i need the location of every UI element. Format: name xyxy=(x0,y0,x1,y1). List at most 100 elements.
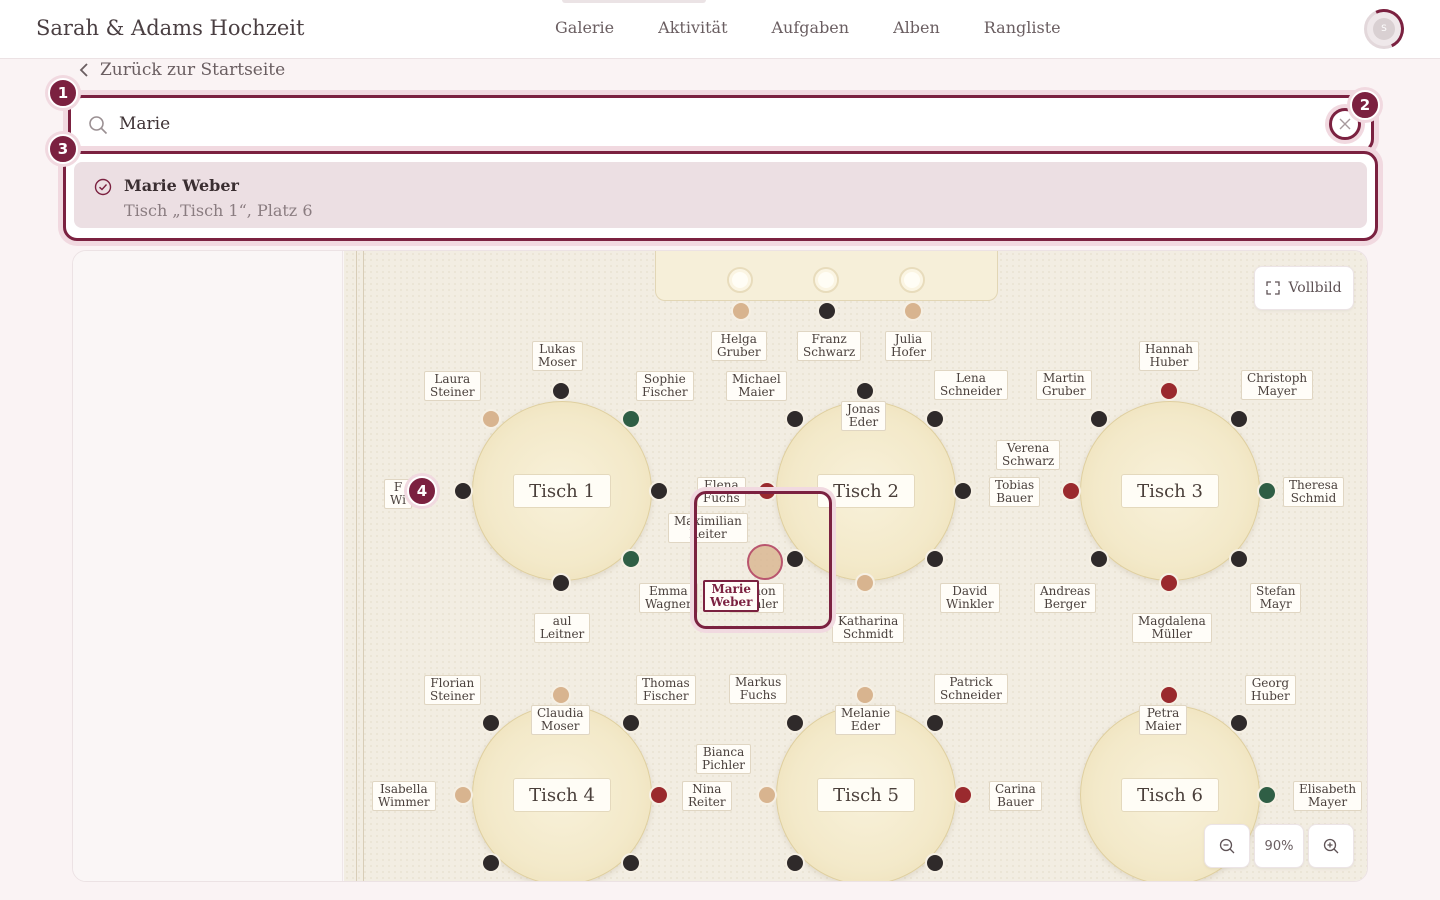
guest-seat[interactable] xyxy=(1061,481,1081,501)
nav-item-aufgaben[interactable]: Aufgaben xyxy=(772,18,850,37)
zoom-out-icon xyxy=(1219,838,1235,854)
guest-name-tag: Carina Bauer xyxy=(989,781,1042,811)
guest-name-tag: Christoph Mayer xyxy=(1241,370,1314,400)
guest-name-tag: Michael Maier xyxy=(726,371,787,401)
zoom-in-button[interactable] xyxy=(1308,824,1354,868)
guest-seat[interactable] xyxy=(1257,785,1277,805)
guest-seat[interactable] xyxy=(621,713,641,733)
guest-seat[interactable] xyxy=(855,381,875,401)
guest-seat[interactable] xyxy=(481,409,501,429)
guest-seat[interactable] xyxy=(621,853,641,873)
seating-sidebar xyxy=(73,251,343,881)
guest-name-tag: Georg Huber xyxy=(1245,675,1296,705)
search-icon xyxy=(89,116,108,135)
step-badge-4: 4 xyxy=(407,476,437,506)
guest-seat[interactable] xyxy=(925,853,945,873)
search-result-item[interactable]: Marie Weber Tisch „Tisch 1“, Platz 6 xyxy=(74,162,1367,228)
guest-name-tag: Thomas Fischer xyxy=(636,675,696,705)
guest-seat[interactable] xyxy=(551,381,571,401)
table-label: Tisch 3 xyxy=(1121,474,1219,508)
guest-seat[interactable] xyxy=(731,301,751,321)
guest-seat[interactable] xyxy=(453,481,473,501)
seating-panel: Helga Gruber Franz Schwarz Julia Hofer Tisc… xyxy=(72,250,1368,882)
guest-seat[interactable] xyxy=(757,785,777,805)
guest-seat[interactable] xyxy=(817,301,837,321)
plate xyxy=(813,267,839,293)
guest-seat[interactable] xyxy=(925,549,945,569)
guest-seat[interactable] xyxy=(481,853,501,873)
seating-floor-plan[interactable]: Helga Gruber Franz Schwarz Julia Hofer Tisc… xyxy=(344,251,1367,881)
guest-seat[interactable] xyxy=(855,573,875,593)
guest-seat[interactable] xyxy=(785,409,805,429)
guest-name-tag: Laura Steiner xyxy=(424,371,481,401)
guest-seat[interactable] xyxy=(953,481,973,501)
nav-item-galerie[interactable]: Galerie xyxy=(555,18,614,37)
nav-indicator xyxy=(562,0,706,3)
guest-seat[interactable] xyxy=(1229,549,1249,569)
guest-seat[interactable] xyxy=(1159,685,1179,705)
step-badge-3: 3 xyxy=(48,134,78,164)
guest-name-tag: Bianca Pichler xyxy=(696,744,752,774)
step-badge-1: 1 xyxy=(48,78,78,108)
guest-name-tag: Katharina Schmidt xyxy=(832,613,905,643)
guest-name-tag: Claudia Moser xyxy=(531,705,590,735)
search-results-dropdown: Marie Weber Tisch „Tisch 1“, Platz 6 xyxy=(63,151,1378,241)
zoom-level: 90% xyxy=(1254,824,1304,868)
guest-seat[interactable] xyxy=(1257,481,1277,501)
guest-seat[interactable] xyxy=(649,785,669,805)
guest-seat[interactable] xyxy=(551,685,571,705)
highlighted-seat[interactable]: Marie Weber xyxy=(694,491,832,629)
guest-seat[interactable] xyxy=(785,713,805,733)
guest-seat[interactable] xyxy=(621,549,641,569)
top-header: Sarah & Adams Hochzeit Galerie Aktivität… xyxy=(0,0,1440,59)
back-to-home-link[interactable]: Zurück zur Startseite xyxy=(78,60,285,80)
guest-search-input[interactable] xyxy=(119,110,1299,138)
guest-seat[interactable] xyxy=(903,301,923,321)
guest-seat[interactable] xyxy=(1159,573,1179,593)
guest-name-tag: Tobias Bauer xyxy=(989,477,1041,507)
zoom-out-button[interactable] xyxy=(1204,824,1250,868)
guest-seat[interactable] xyxy=(481,713,501,733)
guest-seat[interactable] xyxy=(925,409,945,429)
guest-search-box xyxy=(68,95,1374,153)
guest-name-tag: Helga Gruber xyxy=(711,331,767,361)
main-nav: Galerie Aktivität Aufgaben Alben Ranglis… xyxy=(555,18,1105,37)
guest-seat[interactable] xyxy=(1159,381,1179,401)
guest-name-tag: Theresa Schmid xyxy=(1283,477,1344,507)
zoom-in-icon xyxy=(1323,838,1339,854)
guest-seat[interactable] xyxy=(621,409,641,429)
nav-item-aktivitaet[interactable]: Aktivität xyxy=(658,18,727,37)
guest-name-tag: Emma Wagner xyxy=(639,583,698,613)
guest-seat[interactable] xyxy=(453,785,473,805)
guest-name-tag: Isabella Wimmer xyxy=(372,781,436,811)
guest-name-tag: Lukas Moser xyxy=(532,341,583,371)
guest-seat[interactable] xyxy=(1229,713,1249,733)
guest-seat[interactable] xyxy=(953,785,973,805)
guest-name-tag: Patrick Schneider xyxy=(934,674,1008,704)
fullscreen-button[interactable]: Vollbild xyxy=(1254,266,1354,310)
guest-name-tag: aul Leitner xyxy=(534,613,591,643)
guest-seat[interactable] xyxy=(1229,409,1249,429)
guest-name-tag: Sophie Fischer xyxy=(636,371,694,401)
plate xyxy=(727,267,753,293)
guest-seat[interactable] xyxy=(855,685,875,705)
nav-item-alben[interactable]: Alben xyxy=(893,18,940,37)
table-label: Tisch 1 xyxy=(513,474,611,508)
guest-name-tag: Lena Schneider xyxy=(934,370,1008,400)
guest-seat[interactable] xyxy=(1089,409,1109,429)
highlighted-guest-name-tag: Marie Weber xyxy=(703,580,760,612)
guest-name-tag: Melanie Eder xyxy=(835,705,897,735)
guest-seat[interactable] xyxy=(925,713,945,733)
guest-seat[interactable] xyxy=(551,573,571,593)
nav-item-rangliste[interactable]: Rangliste xyxy=(984,18,1061,37)
brand-title[interactable]: Sarah & Adams Hochzeit xyxy=(36,16,304,40)
guest-seat[interactable] xyxy=(785,853,805,873)
guest-seat[interactable] xyxy=(1089,549,1109,569)
user-avatar[interactable]: S xyxy=(1358,3,1410,55)
guest-name-tag: Hannah Huber xyxy=(1139,341,1199,371)
highlighted-guest-seat[interactable] xyxy=(747,544,783,580)
table-label: Tisch 6 xyxy=(1121,778,1219,812)
plate xyxy=(899,267,925,293)
guest-seat[interactable] xyxy=(649,481,669,501)
guest-name-tag: David Winkler xyxy=(940,583,1000,613)
